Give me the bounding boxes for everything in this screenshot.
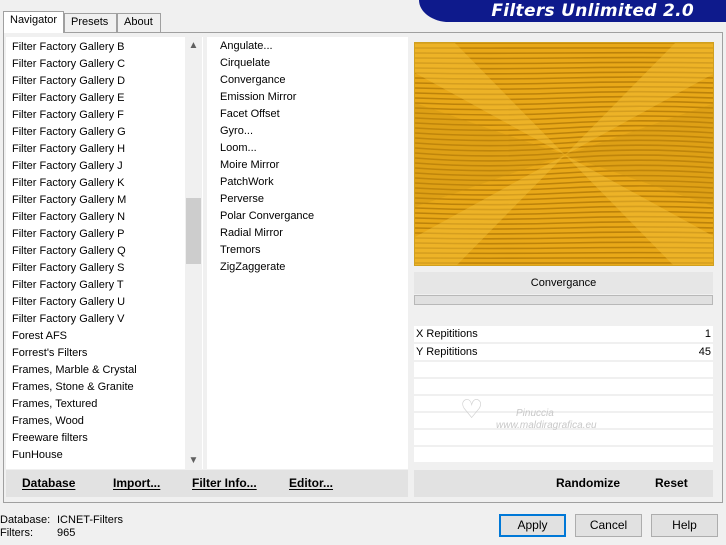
param-row-empty — [414, 396, 713, 412]
tab-navigator[interactable]: Navigator — [3, 11, 64, 33]
category-item[interactable]: Filter Factory Gallery K — [12, 175, 124, 192]
filter-item[interactable]: Facet Offset — [220, 106, 280, 123]
status-value: ICNET-Filters — [57, 514, 123, 526]
filter-item[interactable]: Perverse — [220, 191, 264, 208]
category-item[interactable]: Filter Factory Gallery D — [12, 73, 125, 90]
category-item[interactable]: Filter Factory Gallery U — [12, 294, 125, 311]
filter-item[interactable]: Angulate... — [220, 38, 273, 55]
filter-item[interactable]: Convergance — [220, 72, 285, 89]
status-value: 965 — [57, 527, 76, 539]
param-row-x[interactable]: X Repititions 1 — [414, 326, 713, 343]
category-item[interactable]: Filter Factory Gallery E — [12, 90, 124, 107]
category-item[interactable]: Forrest's Filters — [12, 345, 87, 362]
category-item[interactable]: Frames, Textured — [12, 396, 97, 413]
chevron-up-icon[interactable]: ▲ — [185, 37, 202, 54]
chevron-down-icon[interactable]: ▼ — [185, 452, 202, 469]
filter-list[interactable]: Angulate... Cirquelate Convergance Emission… — [207, 37, 408, 469]
category-item[interactable]: Filter Factory Gallery P — [12, 226, 124, 243]
filter-item[interactable]: Emission Mirror — [220, 89, 296, 106]
category-item[interactable]: Filter Factory Gallery G — [12, 124, 126, 141]
category-item[interactable]: Filter Factory Gallery J — [12, 158, 123, 175]
apply-button[interactable]: Apply — [499, 514, 566, 537]
param-row-empty — [414, 430, 713, 446]
import-button[interactable]: Import... — [113, 470, 160, 497]
category-item[interactable]: Freeware filters — [12, 430, 88, 447]
filter-item[interactable]: Tremors — [220, 242, 261, 259]
param-row-y[interactable]: Y Repititions 45 — [414, 344, 713, 361]
param-value[interactable]: 45 — [699, 344, 711, 361]
filter-item[interactable]: Moire Mirror — [220, 157, 279, 174]
filter-info-button[interactable]: Filter Info... — [192, 470, 257, 497]
category-item[interactable]: Forest AFS — [12, 328, 67, 345]
reset-button[interactable]: Reset — [655, 470, 688, 497]
editor-button[interactable]: Editor... — [289, 470, 333, 497]
param-row-empty — [414, 447, 713, 463]
app-title: Filters Unlimited 2.0 — [491, 1, 694, 21]
filter-item[interactable]: ZigZaggerate — [220, 259, 285, 276]
filter-item[interactable]: PatchWork — [220, 174, 274, 191]
category-item[interactable]: Frames, Stone & Granite — [12, 379, 134, 396]
param-label: Y Repititions — [416, 346, 478, 358]
filter-preview — [414, 42, 714, 266]
category-item[interactable]: Frames, Marble & Crystal — [12, 362, 137, 379]
tab-presets[interactable]: Presets — [64, 13, 117, 32]
filter-item[interactable]: Cirquelate — [220, 55, 270, 72]
randomize-button[interactable]: Randomize — [556, 470, 620, 497]
category-list[interactable]: Filter Factory Gallery B Filter Factory G… — [6, 37, 203, 469]
category-item[interactable]: Filter Factory Gallery Q — [12, 243, 126, 260]
param-row-empty — [414, 379, 713, 395]
watermark-url: www.maldiragrafica.eu — [496, 420, 597, 431]
category-item[interactable]: Filter Factory Gallery H — [12, 141, 125, 158]
param-value[interactable]: 1 — [705, 326, 711, 343]
category-item[interactable]: Filter Factory Gallery B — [12, 39, 124, 56]
heart-icon: ♡ — [460, 394, 484, 424]
category-item[interactable]: Filter Factory Gallery T — [12, 277, 124, 294]
preview-image — [415, 43, 713, 265]
preview-filter-name: Convergance — [414, 272, 713, 294]
filter-item[interactable]: Gyro... — [220, 123, 253, 140]
filter-item[interactable]: Polar Convergance — [220, 208, 314, 225]
filter-item[interactable]: Radial Mirror — [220, 225, 283, 242]
category-item[interactable]: Filter Factory Gallery C — [12, 56, 125, 73]
category-item[interactable]: Filter Factory Gallery M — [12, 192, 126, 209]
category-item[interactable]: Filter Factory Gallery F — [12, 107, 124, 124]
progress-bar — [414, 295, 713, 305]
category-item[interactable]: Frames, Wood — [12, 413, 84, 430]
category-item[interactable]: FunHouse — [12, 447, 63, 464]
status-key: Filters: — [0, 527, 33, 539]
category-item[interactable]: Filter Factory Gallery N — [12, 209, 125, 226]
param-row-empty — [414, 362, 713, 378]
scroll-thumb[interactable] — [186, 198, 201, 264]
watermark-name: Pinuccia — [516, 408, 554, 419]
tab-about[interactable]: About — [117, 13, 161, 32]
status-key: Database: — [0, 514, 51, 526]
cancel-button[interactable]: Cancel — [575, 514, 642, 537]
filter-item[interactable]: Loom... — [220, 140, 257, 157]
help-button[interactable]: Help — [651, 514, 718, 537]
category-item[interactable]: Filter Factory Gallery V — [12, 311, 124, 328]
database-button[interactable]: Database — [22, 470, 75, 497]
category-scrollbar[interactable]: ▲ ▼ — [185, 37, 202, 469]
title-banner: Filters Unlimited 2.0 — [419, 0, 726, 22]
category-item[interactable]: Filter Factory Gallery S — [12, 260, 124, 277]
param-label: X Repititions — [416, 328, 478, 340]
